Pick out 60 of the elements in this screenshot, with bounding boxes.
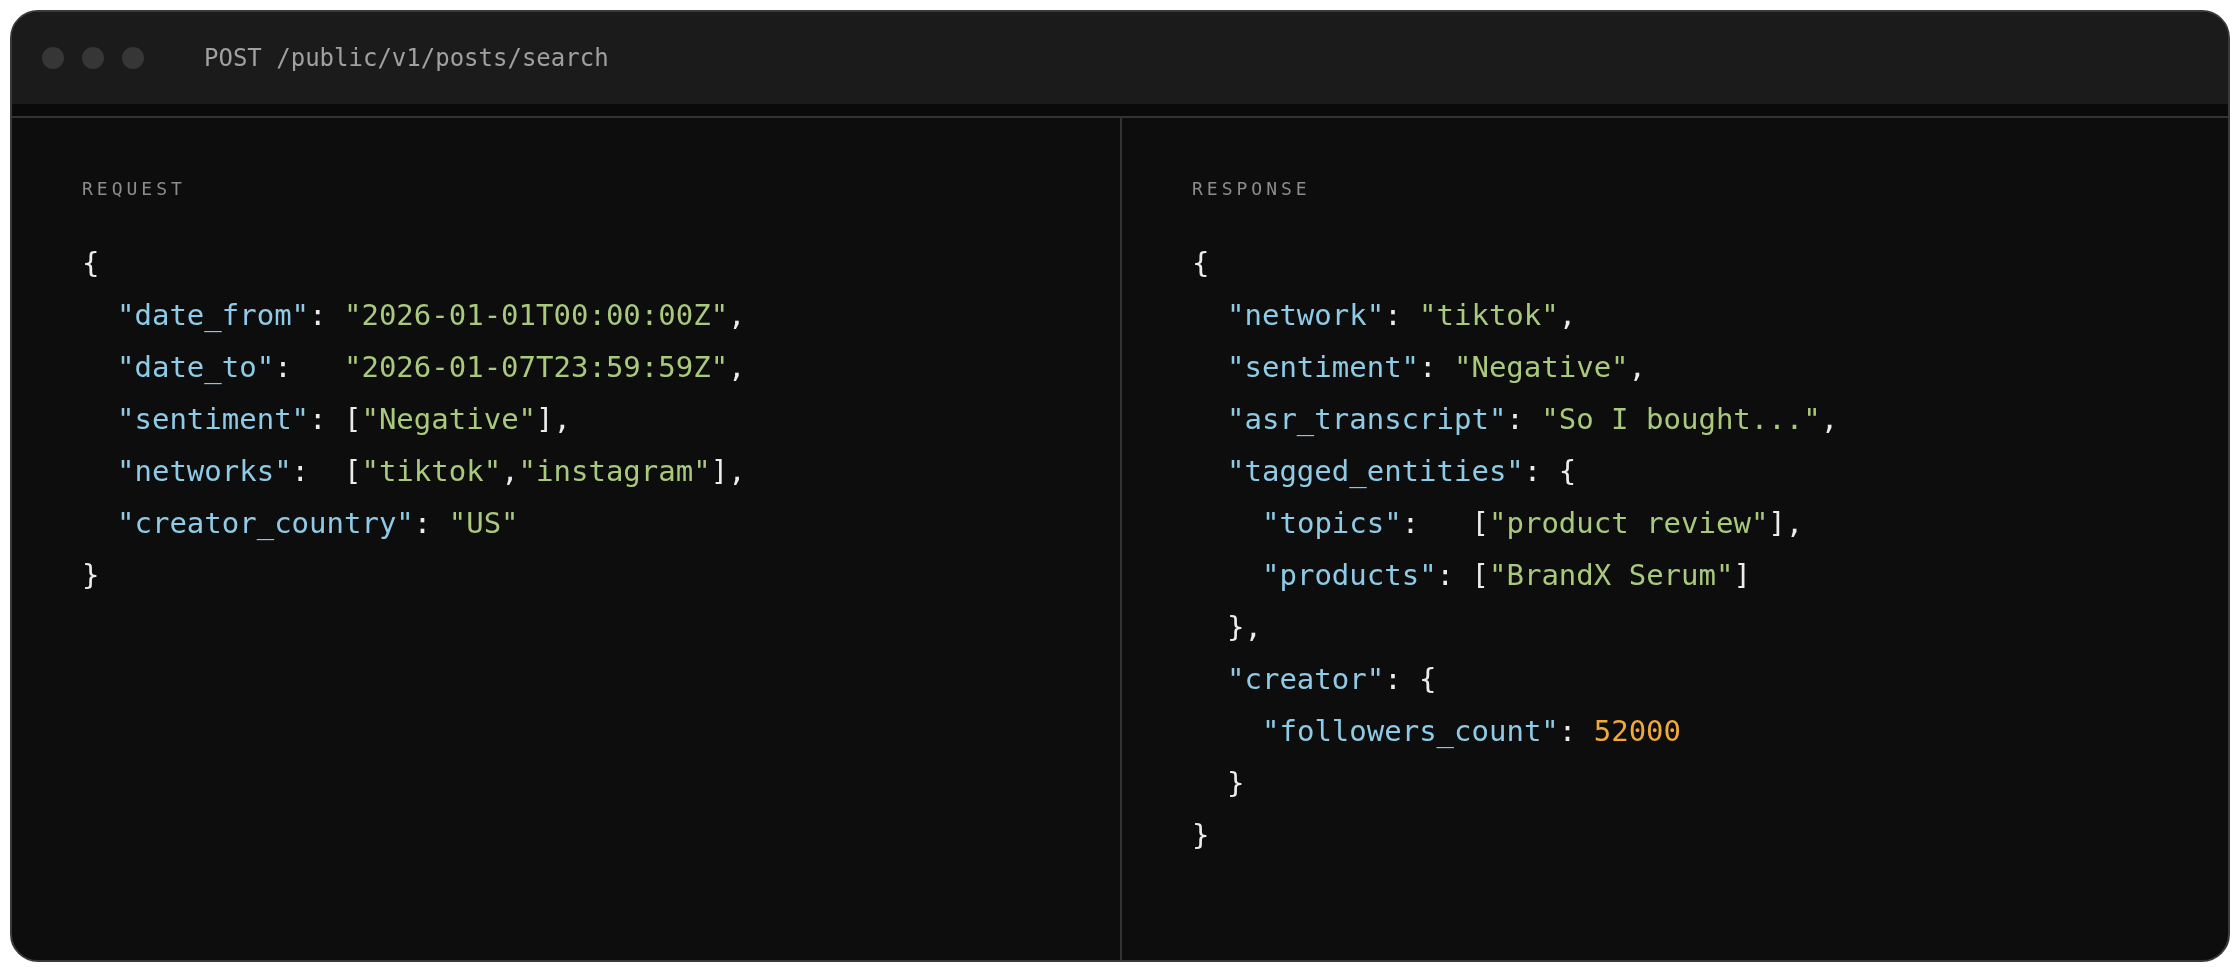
json-punctuation: ] (1733, 558, 1751, 592)
json-punctuation: : (309, 298, 328, 332)
json-punctuation: : (1384, 298, 1403, 332)
json-punctuation: : [ (1401, 506, 1489, 540)
json-punctuation: , (1820, 402, 1839, 436)
json-key: "date_from" (117, 298, 310, 332)
json-string: "US" (448, 506, 519, 540)
json-string: "BrandX Serum" (1489, 558, 1734, 592)
json-key: "tagged_entities" (1227, 454, 1524, 488)
window-title: POST /public/v1/posts/search (204, 44, 609, 72)
window-dot-icon[interactable] (122, 47, 144, 69)
json-punctuation: , (1628, 350, 1647, 384)
json-string: "product review" (1489, 506, 1769, 540)
json-key: "networks" (117, 454, 292, 488)
json-punctuation: { (1192, 246, 1210, 280)
json-string: "Negative" (361, 402, 537, 436)
json-key: "asr_transcript" (1227, 402, 1507, 436)
json-punctuation: : [ (291, 454, 362, 488)
json-key: "sentiment" (1227, 350, 1420, 384)
json-punctuation: : (274, 350, 293, 384)
json-string: "Negative" (1454, 350, 1629, 384)
window-dot-icon[interactable] (42, 47, 64, 69)
json-punctuation: : (1558, 714, 1578, 748)
json-punctuation: } (1192, 818, 1210, 852)
json-key: "creator" (1227, 662, 1385, 696)
json-punctuation: } (82, 558, 100, 592)
json-number: 52000 (1593, 714, 1682, 748)
json-punctuation: : (413, 506, 433, 540)
json-string: "2026-01-01T00:00:00Z" (344, 298, 729, 332)
json-punctuation: : (1506, 402, 1525, 436)
json-key: "products" (1262, 558, 1437, 592)
json-string: "instagram" (518, 454, 711, 488)
json-key: "creator_country" (117, 506, 414, 540)
json-punctuation: , (728, 298, 746, 332)
json-punctuation: ], (1768, 506, 1804, 540)
json-punctuation: ], (710, 454, 746, 488)
json-punctuation: : { (1384, 662, 1437, 696)
window-dot-icon[interactable] (82, 47, 104, 69)
json-key: "network" (1227, 298, 1385, 332)
json-punctuation: ], (536, 402, 571, 436)
json-punctuation: , (501, 454, 519, 488)
json-punctuation: : { (1523, 454, 1577, 488)
json-key: "topics" (1262, 506, 1402, 540)
json-punctuation: { (82, 246, 100, 280)
json-punctuation: } (1227, 766, 1245, 800)
json-punctuation: }, (1227, 610, 1262, 644)
json-punctuation: : [ (309, 402, 362, 436)
json-punctuation: : [ (1436, 558, 1489, 592)
json-string: "So I bought..." (1541, 402, 1821, 436)
json-key: "followers_count" (1262, 714, 1559, 748)
json-key: "date_to" (117, 350, 275, 384)
json-string: "tiktok" (361, 454, 502, 488)
json-key: "sentiment" (117, 402, 310, 436)
json-punctuation: , (1558, 298, 1577, 332)
json-punctuation: , (728, 350, 746, 384)
json-string: "2026-01-07T23:59:59Z" (344, 350, 729, 384)
panel-label: RESPONSE (1192, 178, 1311, 199)
json-string: "tiktok" (1419, 298, 1559, 332)
panel-label: REQUEST (82, 178, 186, 199)
json-punctuation: : (1419, 350, 1438, 384)
